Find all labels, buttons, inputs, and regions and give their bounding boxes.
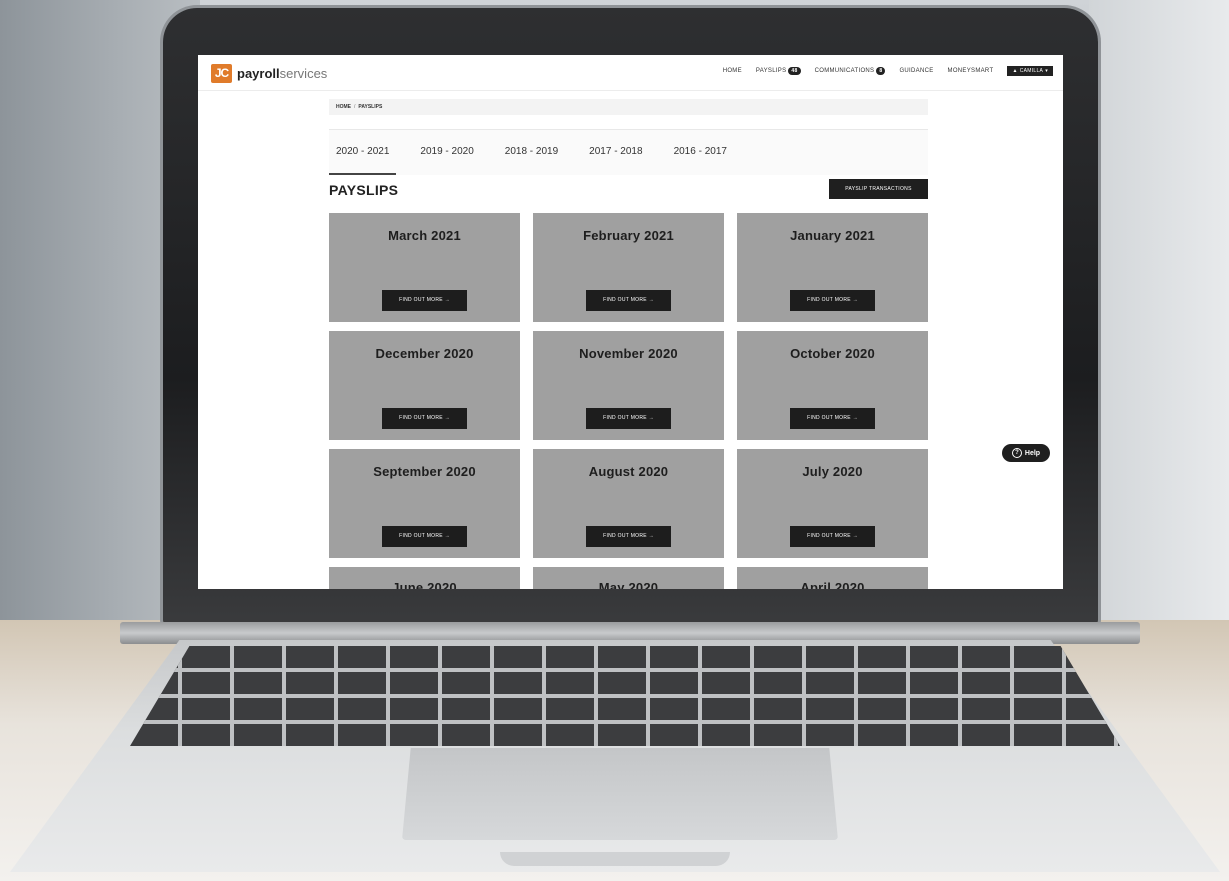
user-icon: ▲ bbox=[1012, 68, 1018, 74]
user-menu-button[interactable]: ▲ CAMILLA ▾ bbox=[1007, 66, 1053, 76]
tab-2017-2018[interactable]: 2017 - 2018 bbox=[582, 130, 649, 175]
nav-moneysmart[interactable]: MONEYSMART bbox=[948, 68, 994, 74]
background-blur-right bbox=[1089, 0, 1229, 640]
laptop-screen: JC payroll services HOME PAYSLIPS 48 COM… bbox=[198, 55, 1063, 589]
payslip-card-title: November 2020 bbox=[579, 346, 678, 361]
logo-word-light: services bbox=[279, 65, 328, 81]
payslip-card-title: August 2020 bbox=[588, 464, 669, 479]
payslip-card: February 2021 FIND OUT MORE → bbox=[533, 213, 724, 322]
payslip-card-title: September 2020 bbox=[373, 464, 476, 479]
nav-guidance[interactable]: GUIDANCE bbox=[899, 68, 933, 74]
communications-count-badge: 8 bbox=[876, 67, 886, 75]
find-out-more-button[interactable]: FIND OUT MORE → bbox=[586, 290, 671, 311]
find-out-more-button[interactable]: FIND OUT MORE → bbox=[382, 526, 467, 547]
tab-2016-2017[interactable]: 2016 - 2017 bbox=[667, 130, 734, 175]
help-button[interactable]: ? Help bbox=[1002, 444, 1050, 462]
payslip-card-title: May 2020 bbox=[598, 580, 659, 589]
payslip-card-title: July 2020 bbox=[802, 464, 863, 479]
payslip-grid: March 2021 FIND OUT MORE → February 2021… bbox=[329, 213, 928, 589]
nav-payslips-label: PAYSLIPS bbox=[755, 68, 787, 74]
payslip-card: August 2020 FIND OUT MORE → bbox=[533, 449, 724, 558]
payslips-count-badge: 48 bbox=[788, 67, 801, 75]
tab-2019-2020[interactable]: 2019 - 2020 bbox=[413, 130, 480, 175]
find-out-more-button[interactable]: FIND OUT MORE → bbox=[790, 526, 875, 547]
payslip-card-title: March 2021 bbox=[388, 228, 461, 243]
find-out-more-button[interactable]: FIND OUT MORE → bbox=[586, 526, 671, 547]
find-out-more-button[interactable]: FIND OUT MORE → bbox=[382, 290, 467, 311]
logo-word-bold: payroll bbox=[237, 65, 280, 81]
payslip-card: December 2020 FIND OUT MORE → bbox=[329, 331, 520, 440]
find-out-more-button[interactable]: FIND OUT MORE → bbox=[790, 408, 875, 429]
help-label: Help bbox=[1024, 449, 1041, 457]
payslip-card: March 2021 FIND OUT MORE → bbox=[329, 213, 520, 322]
payslip-card-title: December 2020 bbox=[375, 346, 474, 361]
payslip-card: September 2020 FIND OUT MORE → bbox=[329, 449, 520, 558]
payslip-card: May 2020 bbox=[533, 567, 724, 589]
top-navbar: JC payroll services HOME PAYSLIPS 48 COM… bbox=[198, 55, 1063, 91]
payslip-card-title: June 2020 bbox=[392, 580, 457, 589]
payslip-card: June 2020 bbox=[329, 567, 520, 589]
breadcrumb-current: PAYSLIPS bbox=[358, 104, 383, 110]
laptop-base-lip bbox=[500, 852, 730, 866]
payslip-card: April 2020 bbox=[737, 567, 928, 589]
nav-communications[interactable]: COMMUNICATIONS 8 bbox=[815, 67, 886, 75]
payslip-transactions-button[interactable]: PAYSLIP TRANSACTIONS bbox=[829, 179, 928, 199]
find-out-more-button[interactable]: FIND OUT MORE → bbox=[586, 408, 671, 429]
year-tabs: 2020 - 2021 2019 - 2020 2018 - 2019 2017… bbox=[329, 129, 928, 175]
page-title: PAYSLIPS bbox=[329, 182, 399, 198]
nav-links: HOME PAYSLIPS 48 COMMUNICATIONS 8 GUIDAN… bbox=[709, 66, 1053, 76]
tab-2018-2019[interactable]: 2018 - 2019 bbox=[498, 130, 565, 175]
nav-guidance-label: GUIDANCE bbox=[899, 68, 934, 74]
payslip-card: January 2021 FIND OUT MORE → bbox=[737, 213, 928, 322]
nav-payslips[interactable]: PAYSLIPS 48 bbox=[756, 67, 801, 75]
payslip-card-title: April 2020 bbox=[800, 580, 865, 589]
find-out-more-button[interactable]: FIND OUT MORE → bbox=[382, 408, 467, 429]
help-icon: ? bbox=[1011, 448, 1022, 458]
nav-home[interactable]: HOME bbox=[723, 68, 742, 74]
payslip-card: October 2020 FIND OUT MORE → bbox=[737, 331, 928, 440]
payslip-card-title: October 2020 bbox=[790, 346, 875, 361]
breadcrumb-separator: / bbox=[354, 104, 356, 110]
nav-moneysmart-label: MONEYSMART bbox=[947, 68, 994, 74]
chevron-down-icon: ▾ bbox=[1045, 68, 1048, 74]
laptop-keyboard bbox=[130, 646, 1120, 746]
find-out-more-button[interactable]: FIND OUT MORE → bbox=[790, 290, 875, 311]
nav-home-label: HOME bbox=[722, 68, 742, 74]
payslip-card-title: February 2021 bbox=[583, 228, 674, 243]
payslip-card: July 2020 FIND OUT MORE → bbox=[737, 449, 928, 558]
payslip-card-title: January 2021 bbox=[790, 228, 875, 243]
laptop-trackpad bbox=[402, 748, 838, 840]
tab-2020-2021[interactable]: 2020 - 2021 bbox=[329, 130, 397, 175]
user-name: CAMILLA bbox=[1019, 68, 1044, 74]
breadcrumb: HOME / PAYSLIPS bbox=[329, 99, 928, 115]
nav-communications-label: COMMUNICATIONS bbox=[814, 68, 875, 74]
payslip-card: November 2020 FIND OUT MORE → bbox=[533, 331, 724, 440]
site-logo[interactable]: JC payroll services bbox=[211, 63, 327, 83]
logo-mark-icon: JC bbox=[211, 63, 232, 83]
breadcrumb-home[interactable]: HOME bbox=[336, 104, 351, 110]
